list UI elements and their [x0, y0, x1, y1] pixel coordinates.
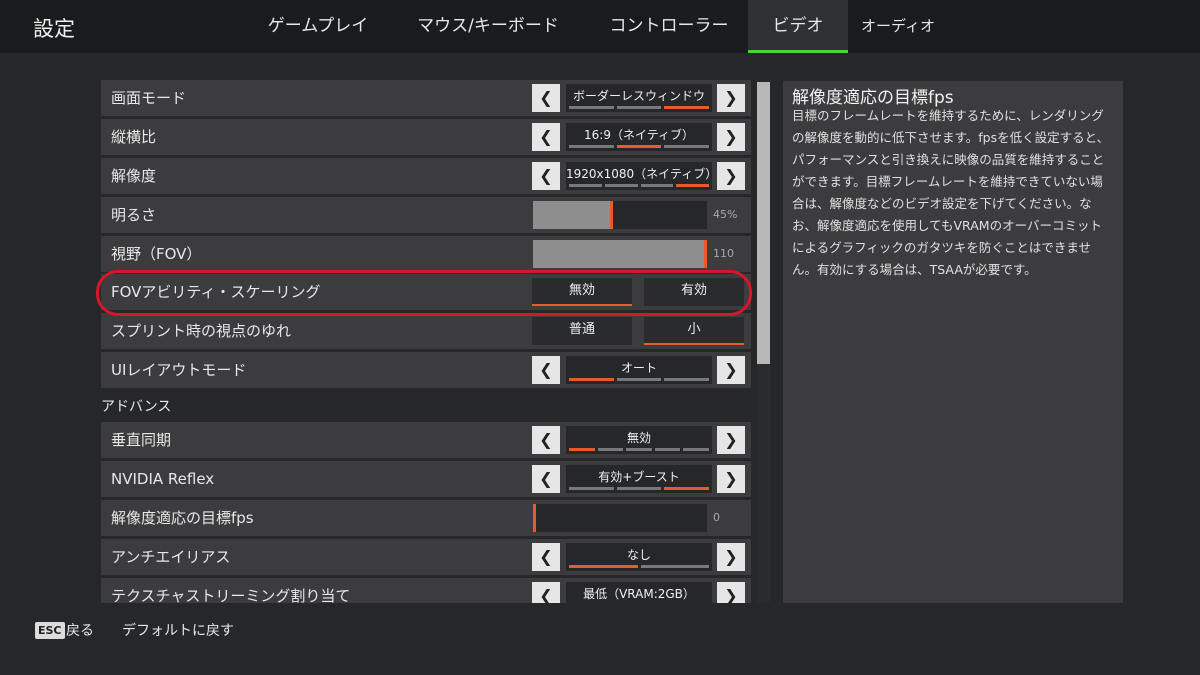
prev-arrow-button[interactable]: ❮ [532, 582, 560, 603]
selector-value: 有効+ブースト [598, 470, 680, 484]
reset-defaults-button[interactable]: デフォルトに戻す [122, 620, 234, 640]
anti-aliasing-value: なし [566, 543, 712, 571]
setting-row-nvidia-reflex: NVIDIA Reflex ❮ 有効+ブースト ❯ [101, 461, 751, 497]
slider-knob[interactable] [704, 240, 707, 268]
option-indicator [569, 487, 710, 490]
setting-row-texture-streaming: テクスチャストリーミング割り当て ❮ 最低（VRAM:2GB） ❯ [101, 578, 751, 603]
slider-value: 110 [713, 247, 734, 260]
tab-gameplay[interactable]: ゲームプレイ [252, 0, 384, 53]
setting-row-vsync: 垂直同期 ❮ 無効 ❯ [101, 422, 751, 458]
next-arrow-button[interactable]: ❯ [717, 84, 745, 112]
prev-arrow-button[interactable]: ❮ [532, 426, 560, 454]
prev-arrow-button[interactable]: ❮ [532, 356, 560, 384]
setting-row-aspect-ratio: 縦横比 ❮ 16:9（ネイティブ） ❯ [101, 119, 751, 155]
setting-label: スプリント時の視点のゆれ [111, 322, 292, 340]
setting-label: アンチエイリアス [111, 548, 231, 566]
setting-label: 明るさ [111, 206, 157, 224]
option-indicator [569, 448, 709, 451]
texture-streaming-value: 最低（VRAM:2GB） [566, 582, 712, 603]
ui-layout-mode-value: オート [566, 356, 712, 384]
esc-key-icon: ESC [35, 622, 65, 639]
selector-value: 無効 [626, 431, 651, 445]
tab-controller[interactable]: コントローラー [590, 0, 748, 53]
next-arrow-button[interactable]: ❯ [717, 426, 745, 454]
selector-value: オート [620, 361, 657, 375]
setting-row-anti-aliasing: アンチエイリアス ❮ なし ❯ [101, 539, 751, 575]
section-heading-advanced: アドバンス [101, 399, 172, 415]
setting-label: 画面モード [111, 89, 187, 107]
setting-label: 解像度 [111, 167, 157, 185]
prev-arrow-button[interactable]: ❮ [532, 123, 560, 151]
selector-value: なし [626, 548, 651, 562]
next-arrow-button[interactable]: ❯ [717, 465, 745, 493]
selector-value: 16:9（ネイティブ） [584, 128, 694, 142]
setting-row-brightness: 明るさ 45% [101, 197, 751, 233]
display-mode-value: ボーダーレスウィンドウ [566, 84, 712, 112]
prev-arrow-button[interactable]: ❮ [532, 162, 560, 190]
description-body: 目標のフレームレートを維持するために、レンダリングの解像度を動的に低下させます。… [792, 108, 1110, 277]
page-title: 設定 [33, 17, 75, 41]
tab-audio[interactable]: オーディオ [856, 0, 940, 53]
setting-label: 解像度適応の目標fps [111, 509, 254, 527]
tab-mouse-keyboard[interactable]: マウス/キーボード [393, 0, 583, 53]
red-highlight-annotation [96, 270, 752, 316]
nvidia-reflex-value: 有効+ブースト [566, 465, 712, 493]
back-button[interactable]: 戻る [66, 620, 94, 640]
brightness-slider[interactable] [533, 201, 707, 229]
adaptive-fps-slider[interactable] [533, 504, 707, 532]
next-arrow-button[interactable]: ❯ [717, 356, 745, 384]
setting-row-adaptive-res-fps: 解像度適応の目標fps 0 [101, 500, 751, 536]
option-indicator [569, 184, 709, 187]
prev-arrow-button[interactable]: ❮ [532, 465, 560, 493]
slider-fill [533, 201, 610, 229]
setting-label: 垂直同期 [111, 431, 172, 449]
setting-row-resolution: 解像度 ❮ 1920x1080（ネイティブ） ❯ [101, 158, 751, 194]
setting-row-sprint-view-shake: スプリント時の視点のゆれ 普通 小 [101, 313, 751, 349]
slider-fill [533, 240, 704, 268]
slider-knob[interactable] [533, 504, 536, 532]
setting-label: UIレイアウトモード [111, 361, 247, 379]
vsync-value: 無効 [566, 426, 712, 454]
view-shake-small-button[interactable]: 小 [644, 317, 744, 345]
next-arrow-button[interactable]: ❯ [717, 123, 745, 151]
next-arrow-button[interactable]: ❯ [717, 162, 745, 190]
next-arrow-button[interactable]: ❯ [717, 582, 745, 603]
slider-value: 45% [713, 208, 738, 221]
resolution-value: 1920x1080（ネイティブ） [566, 162, 718, 190]
setting-label: NVIDIA Reflex [111, 470, 215, 488]
prev-arrow-button[interactable]: ❮ [532, 543, 560, 571]
setting-row-fov: 視野（FOV） 110 [101, 236, 751, 272]
selector-value: 1920x1080（ネイティブ） [566, 167, 718, 181]
scrollbar-thumb[interactable] [757, 82, 770, 364]
setting-label: 視野（FOV） [111, 245, 202, 263]
setting-label: テクスチャストリーミング割り当て [111, 587, 351, 603]
prev-arrow-button[interactable]: ❮ [532, 84, 560, 112]
option-indicator [569, 145, 710, 148]
fov-slider[interactable] [533, 240, 707, 268]
option-indicator [569, 378, 710, 381]
slider-knob[interactable] [610, 201, 613, 229]
setting-row-display-mode: 画面モード ❮ ボーダーレスウィンドウ ❯ [101, 80, 751, 116]
view-shake-normal-button[interactable]: 普通 [532, 317, 632, 345]
selector-value: ボーダーレスウィンドウ [572, 89, 705, 103]
next-arrow-button[interactable]: ❯ [717, 543, 745, 571]
setting-row-ui-layout-mode: UIレイアウトモード ❮ オート ❯ [101, 352, 751, 388]
description-panel: 解像度適応の目標fps 目標のフレームレートを維持するために、レンダリングの解像… [783, 81, 1123, 603]
slider-value: 0 [713, 511, 720, 524]
setting-label: 縦横比 [111, 128, 157, 146]
top-bar: 設定 ゲームプレイ マウス/キーボード コントローラー ビデオ オーディオ [0, 0, 1200, 53]
option-indicator [569, 565, 709, 568]
aspect-ratio-value: 16:9（ネイティブ） [566, 123, 712, 151]
tab-video[interactable]: ビデオ [748, 0, 848, 53]
selector-value: 最低（VRAM:2GB） [583, 587, 695, 601]
option-indicator [569, 106, 710, 109]
